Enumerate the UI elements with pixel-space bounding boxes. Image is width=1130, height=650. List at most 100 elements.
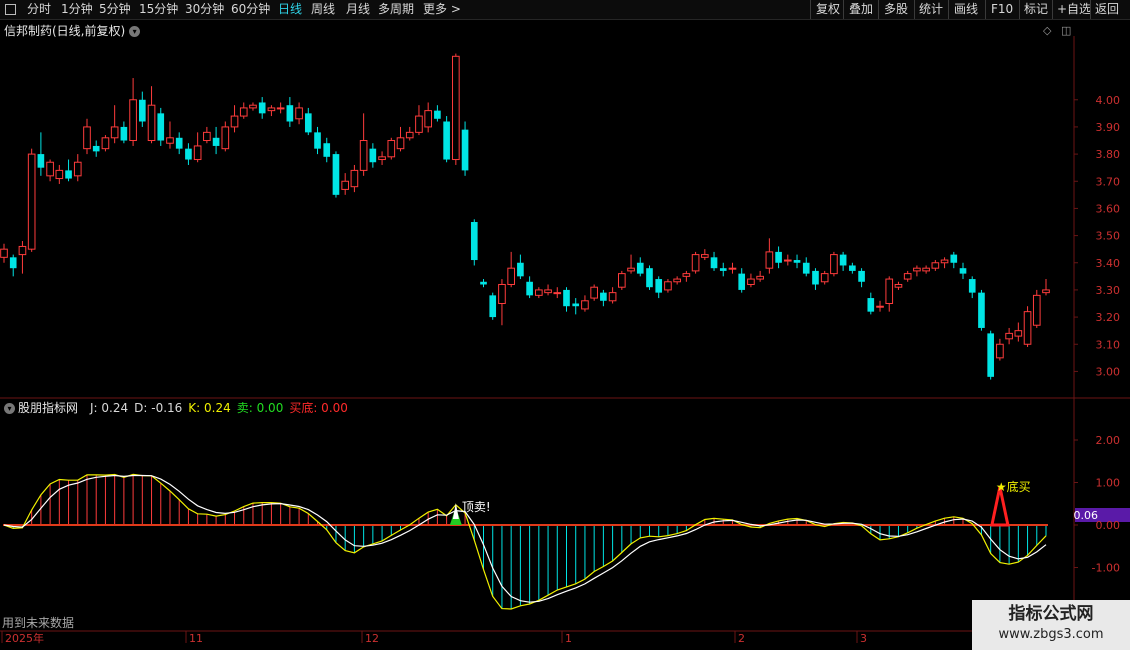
period-tab-2[interactable]: 5分钟 <box>99 2 131 17</box>
candle-body-down <box>120 126 128 141</box>
indicator-header: ▾ 股朋指标网 J: 0.24 D: -0.16 K: 0.24 卖: 0.00 买底: 0… <box>4 399 360 416</box>
candle-body-up <box>424 110 432 128</box>
candle-body-up <box>1032 294 1041 326</box>
period-tab-8[interactable]: 月线 <box>346 2 370 17</box>
date-tick-label: 3 <box>860 632 867 645</box>
candle-body-down <box>655 279 663 293</box>
indicator-field-4: 买底: 0.00 <box>289 401 348 415</box>
candle-body-up <box>498 283 506 305</box>
indicator-dropdown-icon[interactable]: ▾ <box>4 403 15 414</box>
toolbar-separator <box>1019 0 1020 19</box>
candle-body-down <box>849 265 856 271</box>
period-tab-4[interactable]: 30分钟 <box>185 2 224 17</box>
candle-body-up <box>913 267 921 272</box>
candle-body-up <box>830 254 838 275</box>
candle-body-up <box>608 292 617 302</box>
toolbar-separator <box>985 0 986 19</box>
price-tick-label: 3.60 <box>1096 202 1121 215</box>
candle-body-up <box>922 267 930 272</box>
stock-chart[interactable]: 顶卖! ★底买 0.06 4.00 3.90 3.80 3.70 3.60 3.50 3.40 3… <box>0 20 1130 650</box>
candle-body-up <box>700 254 709 258</box>
candle-body-up <box>876 305 884 308</box>
candle-body-down <box>304 113 312 133</box>
future-data-note: 用到未来数据 <box>2 616 75 630</box>
date-tick-label: 11 <box>189 632 203 645</box>
price-tick-label: 3.50 <box>1096 230 1121 243</box>
period-tab-3[interactable]: 15分钟 <box>139 2 178 17</box>
candle-body-up <box>378 156 386 161</box>
toolbar-button-1[interactable]: 叠加 <box>849 2 873 17</box>
period-tab-6[interactable]: 日线 <box>278 2 302 17</box>
panel-toggle-icon[interactable]: ◫ <box>1061 24 1071 37</box>
candle-body-down <box>802 262 810 274</box>
candle-body-up <box>46 161 54 177</box>
candle-body-down <box>175 137 183 149</box>
candle-body-up <box>147 104 156 142</box>
diamond-icon[interactable]: ◇ <box>1043 24 1051 37</box>
toolbar-button-5[interactable]: F10 <box>991 2 1013 17</box>
period-tab-9[interactable]: 多周期 <box>378 2 414 17</box>
title-dropdown-icon[interactable]: ▾ <box>129 26 141 37</box>
candle-body-down <box>314 132 321 149</box>
candle-body-up <box>341 180 350 190</box>
candle-body-down <box>369 148 377 163</box>
period-tab-5[interactable]: 60分钟 <box>231 2 270 17</box>
candle-body-up <box>387 140 396 158</box>
toolbar-button-4[interactable]: 画线 <box>954 2 978 17</box>
toolbar-button-8[interactable]: 返回 <box>1095 2 1119 17</box>
period-tab-1[interactable]: 1分钟 <box>61 2 93 17</box>
candle-body-down <box>157 113 165 141</box>
candle-body-up <box>1023 311 1032 345</box>
candle-body-down <box>636 262 644 274</box>
indicator-tick-label: 0.00 <box>1096 519 1121 532</box>
candle-body-up <box>765 251 774 269</box>
period-tab-7[interactable]: 周线 <box>311 2 335 17</box>
candle-body-up <box>590 286 598 299</box>
candle-body-down <box>563 289 570 307</box>
candle-body-up <box>1014 330 1023 337</box>
toolbar-separator <box>914 0 915 19</box>
candle-body-up <box>507 267 515 285</box>
candle-body-up <box>885 278 894 305</box>
candle-body-up <box>783 259 792 262</box>
candle-body-up <box>627 267 635 272</box>
candle-body-down <box>138 99 146 122</box>
candle-body-down <box>434 110 441 119</box>
candle-body-up <box>239 107 248 117</box>
candle-body-up <box>894 283 903 288</box>
candle-body-up <box>221 126 230 150</box>
period-tab-0[interactable]: 分时 <box>27 2 51 17</box>
date-tick-label: 12 <box>365 632 379 645</box>
indicator-tick-label: 1.00 <box>1096 477 1121 490</box>
date-tick-label: 2 <box>738 632 745 645</box>
toolbar-button-7[interactable]: +自选 <box>1057 2 1091 17</box>
toolbar-button-2[interactable]: 多股 <box>884 2 908 17</box>
candle-body-up <box>940 259 949 264</box>
candle-body-down <box>775 251 782 263</box>
candle-body-up <box>535 289 543 296</box>
candle-body-down <box>37 154 45 168</box>
candle-body-up <box>101 137 110 150</box>
candle-body-up <box>73 161 82 177</box>
buy-signal-label: ★底买 <box>996 479 1031 494</box>
toolbar-button-0[interactable]: 复权 <box>816 2 840 17</box>
indicator-tick-label: -1.00 <box>1092 562 1120 575</box>
toolbar-button-6[interactable]: 标记 <box>1024 2 1048 17</box>
candle-body-down <box>286 105 294 122</box>
toolbar-separator <box>1090 0 1091 19</box>
candle-body-up <box>203 131 211 142</box>
candle-body-up <box>27 153 36 250</box>
watermark: 指标公式网 www.zbgs3.com <box>972 600 1130 650</box>
candle-body-up <box>682 273 691 277</box>
indicator-tick-label: 2.00 <box>1096 434 1121 447</box>
candle-body-up <box>359 140 368 171</box>
date-tick-label: 1 <box>565 632 572 645</box>
candle-body-down <box>185 148 192 160</box>
candle-body-up <box>728 267 737 270</box>
candle-body-down <box>212 137 220 146</box>
layout-square-icon[interactable] <box>5 4 16 15</box>
candle-body-up <box>747 278 755 285</box>
period-tab-10[interactable]: 更多 > <box>423 2 461 17</box>
candle-body-down <box>968 279 976 293</box>
toolbar-button-3[interactable]: 统计 <box>919 2 943 17</box>
